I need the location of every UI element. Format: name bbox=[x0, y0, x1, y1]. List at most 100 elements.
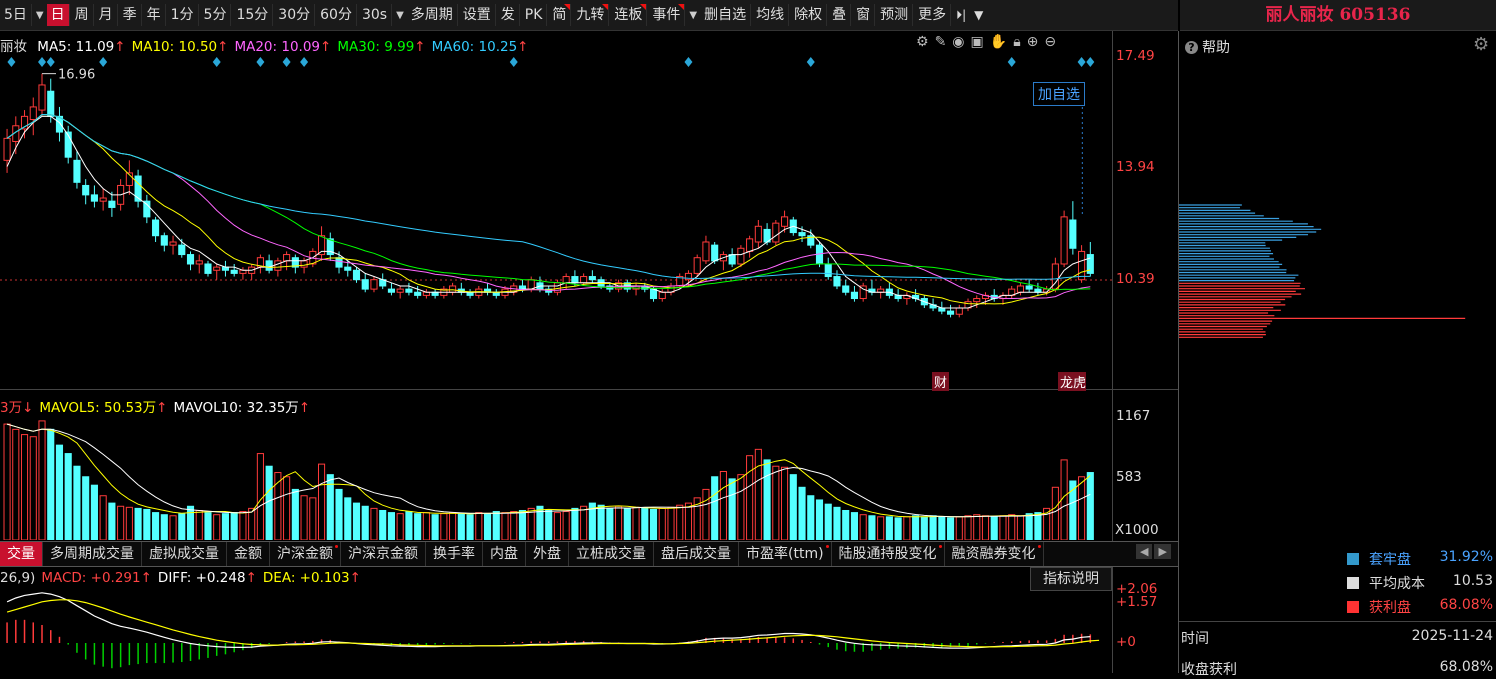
macd-chart[interactable] bbox=[0, 566, 1112, 673]
volume-bar bbox=[310, 498, 316, 540]
toolbar-item-25[interactable]: 预测 bbox=[876, 4, 913, 26]
volume-bar bbox=[257, 454, 263, 540]
toolbar-item-8[interactable]: 15分 bbox=[232, 4, 273, 26]
volume-bar bbox=[834, 507, 840, 540]
volume-bar bbox=[214, 515, 220, 540]
toolbar-item-18[interactable]: 连板 bbox=[610, 4, 647, 26]
toolbar-item-14[interactable]: 发 bbox=[497, 4, 520, 26]
indicator-tab-10[interactable]: 盘后成交量 bbox=[654, 542, 739, 566]
volume-bar bbox=[388, 513, 394, 540]
volume-bar bbox=[231, 513, 237, 540]
candle bbox=[196, 261, 202, 264]
volume-bar bbox=[939, 517, 945, 540]
chevron-down-icon[interactable]: ▼ bbox=[36, 10, 44, 21]
candle bbox=[39, 85, 45, 110]
toolbar-item-3[interactable]: 月 bbox=[95, 4, 118, 26]
indicator-tab-2[interactable]: 虚拟成交量 bbox=[142, 542, 227, 566]
toolbar-item-9[interactable]: 30分 bbox=[274, 4, 315, 26]
event-diamond bbox=[38, 57, 46, 67]
candle bbox=[581, 277, 587, 283]
indicator-tab-8[interactable]: 外盘 bbox=[526, 542, 569, 566]
chip-histogram bbox=[1179, 31, 1496, 531]
fold-icon[interactable]: ⏵| bbox=[956, 8, 966, 23]
diff-line bbox=[7, 593, 1090, 648]
toolbar-item-11[interactable]: 30s bbox=[358, 4, 392, 26]
indicator-tab-12[interactable]: 陆股通持股变化 bbox=[832, 542, 945, 566]
toolbar-item-19[interactable]: 事件 bbox=[648, 4, 685, 26]
chip-legend-value: 31.92% bbox=[1440, 549, 1493, 565]
indicator-tab-4[interactable]: 沪深金额 bbox=[270, 542, 341, 566]
volume-bar bbox=[572, 508, 578, 540]
candle bbox=[773, 223, 779, 242]
volume-unit: X1000 bbox=[1115, 522, 1159, 538]
volume-bar bbox=[659, 508, 665, 540]
event-finance-tag[interactable]: 财 bbox=[932, 372, 949, 391]
toolbar-item-4[interactable]: 季 bbox=[119, 4, 142, 26]
volume-bar bbox=[755, 449, 761, 540]
indicator-tab-1[interactable]: 多周期成交量 bbox=[43, 542, 142, 566]
toolbar-item-7[interactable]: 5分 bbox=[200, 4, 232, 26]
toolbar-item-5[interactable]: 年 bbox=[143, 4, 166, 26]
volume-bar bbox=[782, 467, 788, 540]
toolbar-item-24[interactable]: 窗 bbox=[852, 4, 875, 26]
toolbar-item-15[interactable]: PK bbox=[521, 4, 548, 26]
indicator-tab-11[interactable]: 市盈率(ttm) bbox=[739, 542, 832, 566]
volume-chart[interactable] bbox=[0, 390, 1112, 540]
toolbar-item-12[interactable]: 多周期 bbox=[407, 4, 458, 26]
toolbar-item-20[interactable]: 删自选 bbox=[700, 4, 751, 26]
time-label: 时间 bbox=[1181, 628, 1209, 648]
volume-bar bbox=[878, 517, 884, 540]
toolbar-item-17[interactable]: 九转 bbox=[572, 4, 609, 26]
kline-y-tick-1: 13.94 bbox=[1116, 159, 1155, 175]
chevron-down-icon[interactable]: ▼ bbox=[689, 10, 697, 21]
ma-line-0 bbox=[7, 116, 1090, 308]
indicator-tab-9[interactable]: 立桩成交量 bbox=[569, 542, 654, 566]
toolbar-item-22[interactable]: 除权 bbox=[790, 4, 827, 26]
volume-bar bbox=[677, 505, 683, 540]
toolbar-item-0[interactable]: 5日 bbox=[0, 4, 32, 26]
volume-bar bbox=[74, 466, 80, 540]
volume-bar bbox=[956, 517, 962, 540]
indicator-tab-6[interactable]: 换手率 bbox=[426, 542, 483, 566]
toolbar-item-13[interactable]: 设置 bbox=[459, 4, 496, 26]
candle bbox=[345, 267, 351, 270]
toolbar-item-1[interactable]: 日 bbox=[47, 4, 70, 26]
toolbar-item-16[interactable]: 简 bbox=[548, 4, 571, 26]
candle bbox=[450, 286, 456, 292]
toolbar-item-23[interactable]: 叠 bbox=[828, 4, 851, 26]
candle bbox=[782, 217, 788, 226]
volume-bar bbox=[519, 510, 525, 540]
indicator-tab-0[interactable]: 交量 bbox=[0, 542, 43, 566]
period-toolbar: 5日 ▼ 日周月季年 1分 5分 15分 30分 60分 30s ▼ 多周期 设置发 PK 简九转 连板 事件… bbox=[0, 0, 1178, 31]
candle bbox=[231, 270, 237, 273]
toolbar-item-26[interactable]: 更多 bbox=[914, 4, 951, 26]
volume-bar bbox=[773, 466, 779, 540]
volume-bar bbox=[362, 506, 368, 540]
candle bbox=[947, 311, 953, 314]
scroll-left-icon[interactable]: ◀ bbox=[1136, 544, 1152, 559]
indicator-tab-13[interactable]: 融资融券变化 bbox=[945, 542, 1044, 566]
chevron-down-icon[interactable]: ▼ bbox=[974, 8, 983, 22]
volume-bar bbox=[843, 510, 849, 540]
toolbar-item-2[interactable]: 周 bbox=[71, 4, 94, 26]
chip-legend-value: 10.53 bbox=[1453, 573, 1493, 589]
event-lhb-tag[interactable]: 龙虎榜 bbox=[1058, 372, 1086, 391]
volume-bar bbox=[345, 498, 351, 540]
kline-y-tick-2: 10.39 bbox=[1116, 271, 1155, 287]
chip-legend-swatch bbox=[1347, 553, 1359, 565]
indicator-tab-7[interactable]: 内盘 bbox=[483, 542, 526, 566]
toolbar-item-10[interactable]: 60分 bbox=[316, 4, 357, 26]
chevron-down-icon[interactable]: ▼ bbox=[396, 10, 404, 21]
volume-bar bbox=[869, 516, 875, 540]
toolbar-item-21[interactable]: 均线 bbox=[752, 4, 789, 26]
event-diamond bbox=[510, 57, 518, 67]
volume-bar bbox=[607, 508, 613, 540]
indicator-tab-3[interactable]: 金额 bbox=[227, 542, 270, 566]
ma-line-4 bbox=[7, 115, 1090, 280]
scroll-right-icon[interactable]: ▶ bbox=[1154, 544, 1170, 559]
indicator-tab-5[interactable]: 沪深京金额 bbox=[341, 542, 426, 566]
volume-bar bbox=[974, 515, 980, 540]
toolbar-item-6[interactable]: 1分 bbox=[167, 4, 199, 26]
event-diamond bbox=[1008, 57, 1016, 67]
candlestick-chart[interactable]: 16.96 bbox=[0, 31, 1112, 389]
